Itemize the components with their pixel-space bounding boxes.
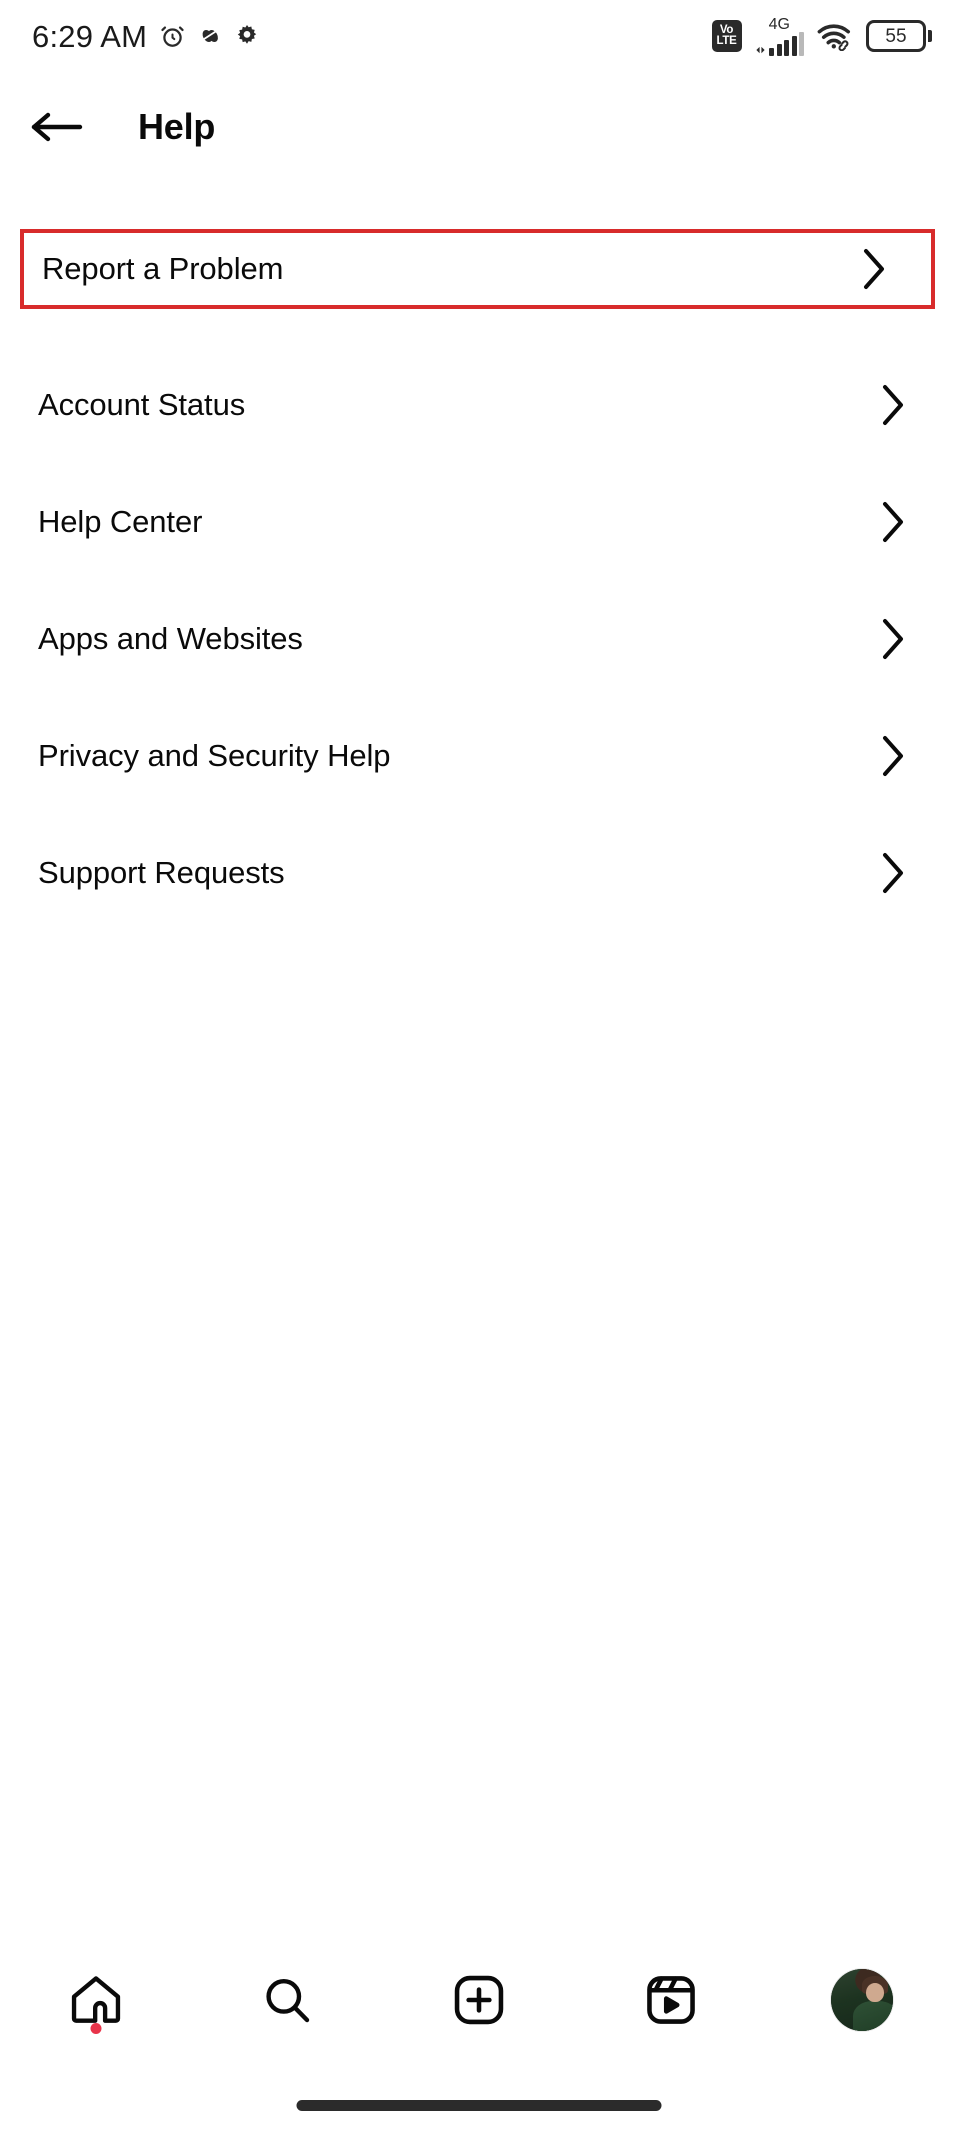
status-bar-left: 6:29 AM: [32, 21, 260, 52]
home-notification-dot: [90, 2023, 102, 2034]
signal-bars: [755, 31, 804, 56]
page-title: Help: [138, 106, 216, 147]
menu-item-help-center[interactable]: Help Center: [0, 463, 958, 580]
menu-item-account-status[interactable]: Account Status: [0, 346, 958, 463]
menu-item-privacy-and-security-help[interactable]: Privacy and Security Help: [0, 697, 958, 814]
menu-item-label: Support Requests: [38, 854, 285, 890]
gear-icon: [234, 23, 260, 49]
battery-icon: 55: [866, 20, 932, 52]
chevron-right-icon: [880, 383, 906, 427]
wifi-icon: [817, 21, 853, 51]
chevron-right-icon: [880, 617, 906, 661]
status-bar: 6:29 AM Vo LTE 4G 55: [0, 0, 958, 72]
search-icon: [266, 1978, 310, 2023]
reels-icon: [646, 1976, 695, 2024]
chevron-right-icon: [861, 247, 887, 291]
menu-item-label: Help Center: [38, 503, 203, 539]
back-arrow-icon: [31, 112, 83, 142]
alarm-clock-icon: [159, 23, 186, 50]
home-gesture-bar[interactable]: [296, 2100, 662, 2111]
home-icon: [71, 1976, 120, 2023]
phone-screen: 6:29 AM Vo LTE 4G 55 Help Report a Probl…: [0, 0, 958, 2129]
status-time: 6:29 AM: [32, 18, 148, 54]
bottom-navigation-bar: [0, 1945, 958, 2055]
dnd-icon: [198, 24, 222, 48]
nav-home[interactable]: [0, 1945, 192, 2055]
nav-profile[interactable]: [766, 1945, 958, 2055]
menu-item-report-a-problem[interactable]: Report a Problem: [20, 229, 935, 309]
menu-item-label: Report a Problem: [42, 251, 284, 286]
volte-icon: Vo LTE: [711, 20, 742, 52]
volte-bottom-text: LTE: [716, 35, 737, 47]
app-header: Help: [0, 72, 958, 182]
menu-item-label: Privacy and Security Help: [38, 737, 391, 773]
cellular-signal-icon: 4G: [755, 15, 804, 56]
nav-search[interactable]: [192, 1945, 384, 2055]
avatar: [831, 1969, 894, 2031]
status-bar-right: Vo LTE 4G 55: [711, 15, 932, 56]
help-menu-list: Report a Problem Account Status Help Cen…: [0, 229, 958, 931]
nav-create[interactable]: [383, 1945, 575, 2055]
chevron-right-icon: [880, 851, 906, 895]
chevron-right-icon: [880, 500, 906, 544]
chevron-right-icon: [880, 734, 906, 778]
network-type-label: 4G: [768, 15, 790, 33]
back-button[interactable]: [10, 81, 102, 173]
menu-item-apps-and-websites[interactable]: Apps and Websites: [0, 580, 958, 697]
menu-item-support-requests[interactable]: Support Requests: [0, 814, 958, 931]
nav-reels[interactable]: [575, 1945, 767, 2055]
create-icon: [454, 1975, 504, 2025]
battery-percent-label: 55: [885, 25, 907, 47]
menu-item-label: Apps and Websites: [38, 620, 303, 656]
menu-item-label: Account Status: [38, 386, 246, 422]
